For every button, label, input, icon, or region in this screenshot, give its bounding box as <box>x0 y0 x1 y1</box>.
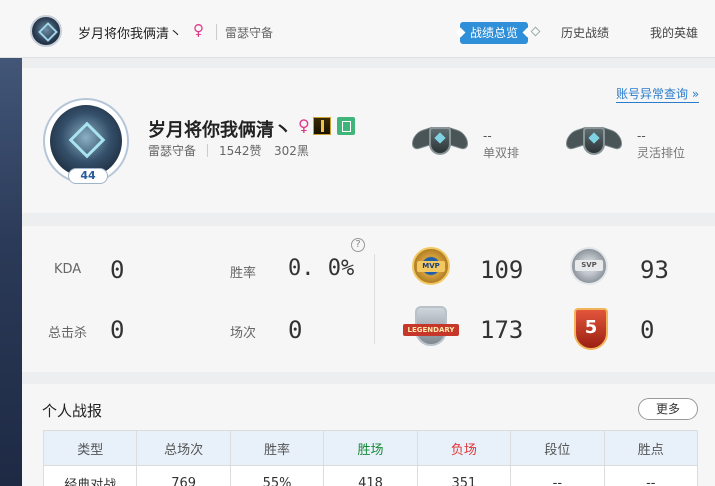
player-name: 岁月将你我俩清丶 <box>78 27 183 42</box>
profile-name: 岁月将你我俩清丶 <box>148 120 292 141</box>
penta-kill-count: 0 <box>640 316 655 344</box>
winrate-value: 0. 0% <box>288 256 355 281</box>
female-icon: ♀ <box>298 116 310 135</box>
profile-server: 雷瑟守备 <box>148 144 197 158</box>
column-header: 胜点 <box>603 430 699 466</box>
tab-diamond-icon <box>530 26 541 37</box>
help-icon[interactable]: ? <box>351 238 365 252</box>
total-kills-value: 0 <box>110 316 125 344</box>
winrate-label: 胜率 <box>230 266 257 281</box>
total-kills-label: 总击杀 <box>48 326 88 341</box>
mvp-medal-icon: MVP <box>406 243 456 293</box>
flex-rank-value: -- <box>637 129 646 143</box>
mvp-count: 109 <box>480 256 524 284</box>
table-cell: 经典对战 <box>42 465 138 486</box>
column-header: 胜场 <box>323 430 418 466</box>
table-cell: 55% <box>229 465 325 486</box>
profile-panel: 账号异常查询 » 44 岁月将你我俩清丶 ♀ 雷瑟守备 1542赞 302黑 -… <box>22 68 715 213</box>
solo-rank-emblem-icon <box>410 124 470 164</box>
table-cell: -- <box>603 465 699 486</box>
rank-badge-icon <box>313 117 331 135</box>
tab-heroes[interactable]: 我的英雄 <box>640 22 708 44</box>
kda-label: KDA <box>54 262 82 277</box>
column-header: 负场 <box>416 430 512 466</box>
svp-count: 93 <box>640 256 669 284</box>
background-art <box>0 0 22 486</box>
penta-kill-medal-icon: 5 <box>566 304 616 354</box>
table-row[interactable]: 经典对战 769 55% 418 351 -- -- <box>42 465 699 486</box>
solo-rank-value: -- <box>483 129 492 143</box>
games-label: 场次 <box>230 326 257 341</box>
table-cell: 769 <box>136 465 231 486</box>
flex-rank-label: 灵活排位 <box>637 146 686 160</box>
legendary-count: 173 <box>480 316 524 344</box>
legendary-medal-icon: LEGENDARY <box>401 304 461 354</box>
report-panel: 个人战报 更多 类型 总场次 胜率 胜场 负场 段位 胜点 经典对战 769 5… <box>22 384 715 486</box>
column-header: 胜率 <box>229 430 325 466</box>
tab-overview[interactable]: 战绩总览 <box>460 22 529 44</box>
avatar[interactable] <box>30 15 62 47</box>
column-header: 总场次 <box>136 430 231 466</box>
divider <box>374 254 375 344</box>
avatar-image <box>50 105 122 177</box>
column-header: 段位 <box>510 430 605 466</box>
likes-count: 1542赞 <box>219 144 262 158</box>
main-container: 岁月将你我俩清丶 ♀ 雷瑟守备 战绩总览 历史战绩 我的英雄 账号异常查询 » … <box>0 0 715 486</box>
female-icon: ♀ <box>193 21 204 39</box>
top-bar: 岁月将你我俩清丶 ♀ 雷瑟守备 战绩总览 历史战绩 我的英雄 <box>0 0 715 58</box>
solo-rank-label: 单双排 <box>483 146 520 160</box>
divider <box>216 24 217 40</box>
flex-rank-emblem-icon <box>564 124 624 164</box>
kda-value: 0 <box>110 256 125 284</box>
table-cell: 351 <box>416 465 512 486</box>
abnormal-query-link[interactable]: 账号异常查询 » <box>616 87 700 103</box>
table-cell: 418 <box>323 465 418 486</box>
report-table: 类型 总场次 胜率 胜场 负场 段位 胜点 经典对战 769 55% 418 3… <box>42 430 699 486</box>
report-title: 个人战报 <box>42 402 103 420</box>
column-header: 类型 <box>42 430 138 466</box>
copy-icon[interactable] <box>337 117 355 135</box>
server-name: 雷瑟守备 <box>225 26 274 40</box>
stats-panel: KDA 0 胜率 0. 0% ? 总击杀 0 场次 0 MVP 109 SVP … <box>22 226 715 372</box>
table-header-row: 类型 总场次 胜率 胜场 负场 段位 胜点 <box>42 430 699 466</box>
table-cell: -- <box>510 465 605 486</box>
level-badge: 44 <box>68 168 108 184</box>
tab-history[interactable]: 历史战绩 <box>551 22 619 44</box>
divider <box>207 144 208 157</box>
more-button[interactable]: 更多 <box>638 398 698 420</box>
games-value: 0 <box>288 316 303 344</box>
blacks-count: 302黑 <box>274 144 309 158</box>
svp-medal-icon: SVP <box>564 243 614 293</box>
